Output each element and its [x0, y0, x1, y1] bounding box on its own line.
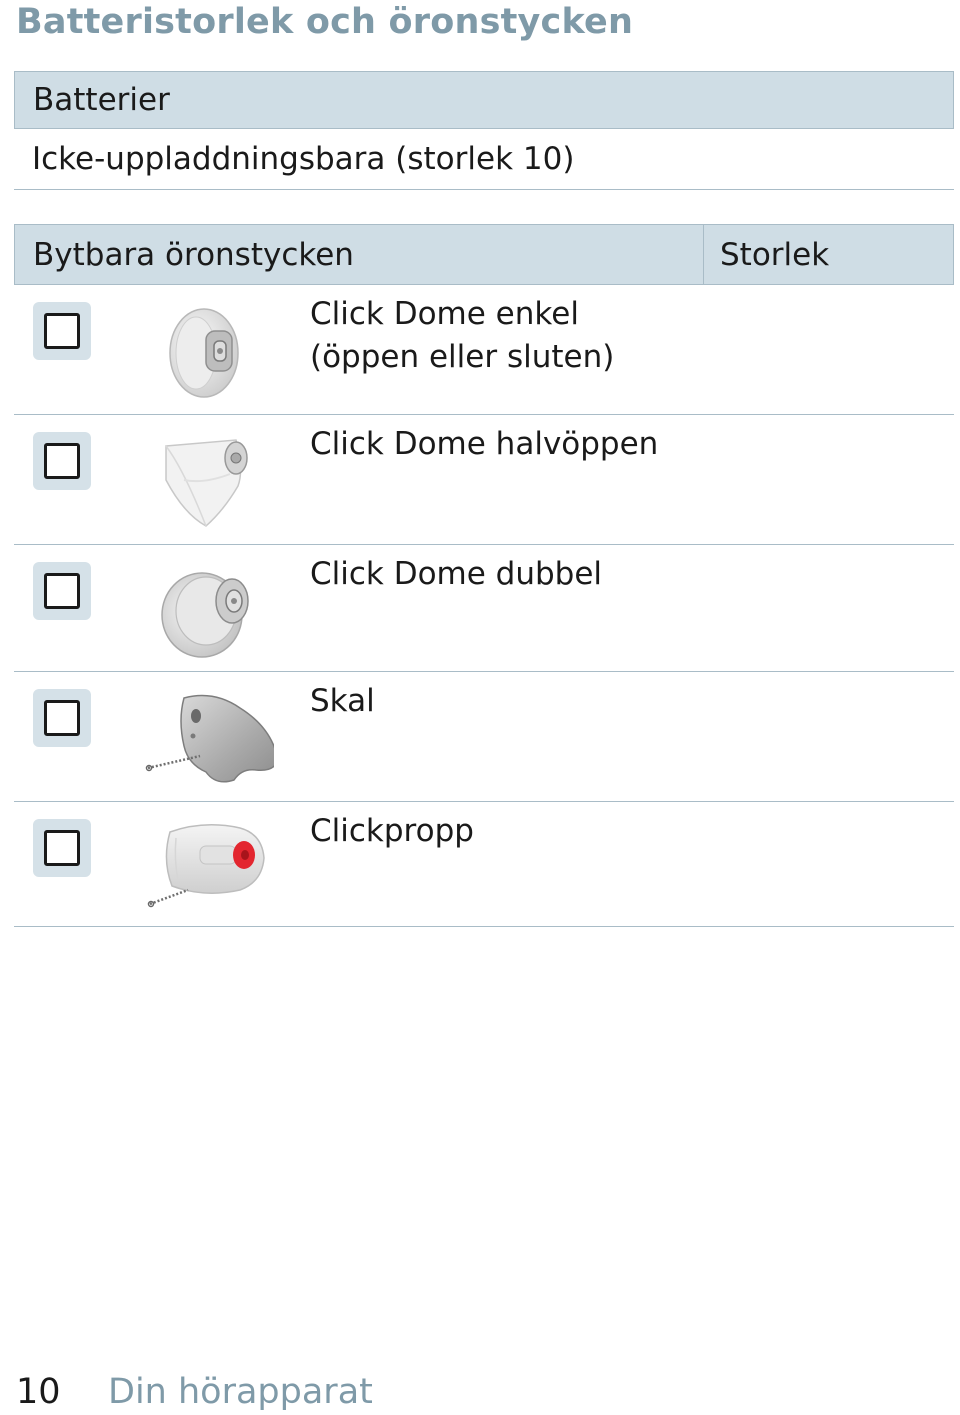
earpiece-row: Skal	[14, 672, 954, 802]
earpiece-header: Bytbara öronstycken Storlek	[14, 224, 954, 285]
click-dome-single-line2: (öppen eller sluten)	[310, 339, 615, 375]
earpiece-row: Clickpropp	[14, 802, 954, 927]
click-plug-label: Clickpropp	[310, 813, 474, 849]
page-number: 10	[16, 1372, 61, 1412]
size-header-label: Storlek	[720, 236, 830, 273]
checkbox-click-plug[interactable]	[33, 819, 91, 877]
shell-label: Skal	[310, 683, 375, 719]
earpiece-table: Bytbara öronstycken Storlek Click Dome e…	[14, 224, 954, 927]
earpiece-header-label: Bytbara öronstycken	[15, 225, 704, 284]
click-dome-single-line1: Click Dome enkel	[310, 296, 579, 332]
battery-type: Icke-uppladdningsbara (storlek 10)	[14, 129, 954, 190]
page-title: Batteristorlek och öronstycken	[16, 2, 634, 42]
battery-table: Batterier Icke-uppladdningsbara (storlek…	[14, 71, 954, 190]
click-dome-double-label: Click Dome dubbel	[310, 556, 603, 592]
click-dome-double-icon	[161, 572, 249, 658]
click-dome-single-icon	[169, 308, 239, 398]
checkbox-click-dome-double[interactable]	[33, 562, 91, 620]
battery-header: Batterier	[14, 71, 954, 129]
click-dome-semi-open-icon	[165, 439, 248, 527]
click-dome-single-label: Click Dome enkel (öppen eller sluten)	[310, 293, 614, 379]
shell-icon	[145, 694, 274, 783]
checkbox-shell[interactable]	[33, 689, 91, 747]
footer-section-title: Din hörapparat	[108, 1372, 373, 1412]
checkbox-click-dome-single[interactable]	[33, 302, 91, 360]
earpiece-row: Click Dome enkel (öppen eller sluten)	[14, 285, 954, 415]
earpiece-row: Click Dome halvöppen	[14, 415, 954, 545]
earpiece-row: Click Dome dubbel	[14, 545, 954, 672]
checkbox-click-dome-semi-open[interactable]	[33, 432, 91, 490]
click-plug-icon	[147, 824, 265, 908]
click-dome-semi-open-label: Click Dome halvöppen	[310, 426, 659, 462]
